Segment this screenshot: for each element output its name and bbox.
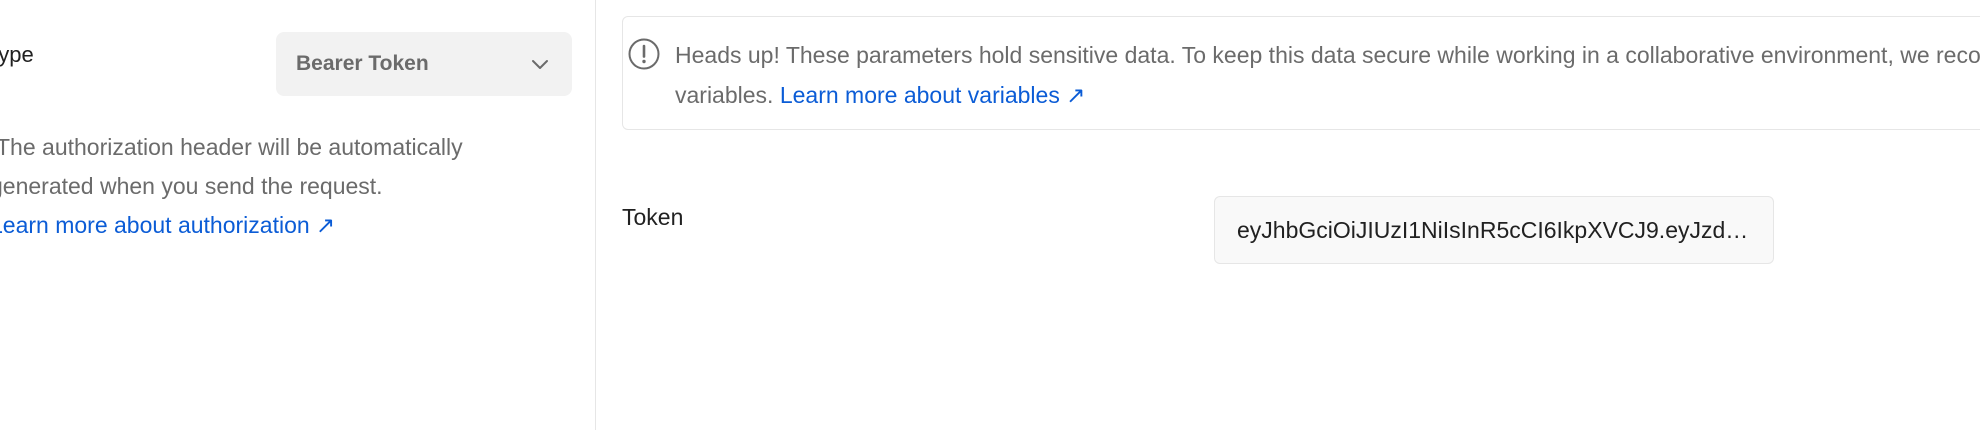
- learn-more-authorization-link[interactable]: Learn more about authorization ↗: [0, 206, 335, 245]
- auth-description-line-1: The authorization header will be automat…: [0, 134, 463, 160]
- auth-type-dropdown[interactable]: Bearer Token: [276, 32, 572, 96]
- token-label: Token: [622, 204, 684, 230]
- chevron-down-icon: [532, 60, 548, 69]
- warning-message-line-1: Heads up! These parameters hold sensitiv…: [675, 42, 1980, 68]
- learn-more-variables-link[interactable]: Learn more about variables ↗: [780, 82, 1086, 108]
- auth-description-line-2: generated when you send the request.: [0, 173, 383, 199]
- auth-type-label: Type: [0, 42, 34, 67]
- auth-type-selected-value: Bearer Token: [296, 52, 429, 75]
- token-input[interactable]: eyJhbGciOiJIUzI1NiIsInR5cCI6IkpXVCJ9.eyJ…: [1214, 196, 1774, 264]
- auth-type-panel: Type Bearer Token The authorization head…: [0, 0, 596, 430]
- exclamation-circle-icon: [628, 38, 660, 70]
- token-value: eyJhbGciOiJIUzI1NiIsInR5cCI6IkpXVCJ9.eyJ…: [1237, 216, 1751, 243]
- auth-description: The authorization header will be automat…: [0, 128, 580, 245]
- warning-message-line-2: variables.: [675, 82, 774, 108]
- auth-details-panel: Heads up! These parameters hold sensitiv…: [596, 0, 1980, 430]
- sensitive-data-warning-banner: Heads up! These parameters hold sensitiv…: [622, 16, 1980, 130]
- warning-message: Heads up! These parameters hold sensitiv…: [675, 35, 1980, 115]
- auth-settings-page: Type Bearer Token The authorization head…: [0, 0, 1980, 430]
